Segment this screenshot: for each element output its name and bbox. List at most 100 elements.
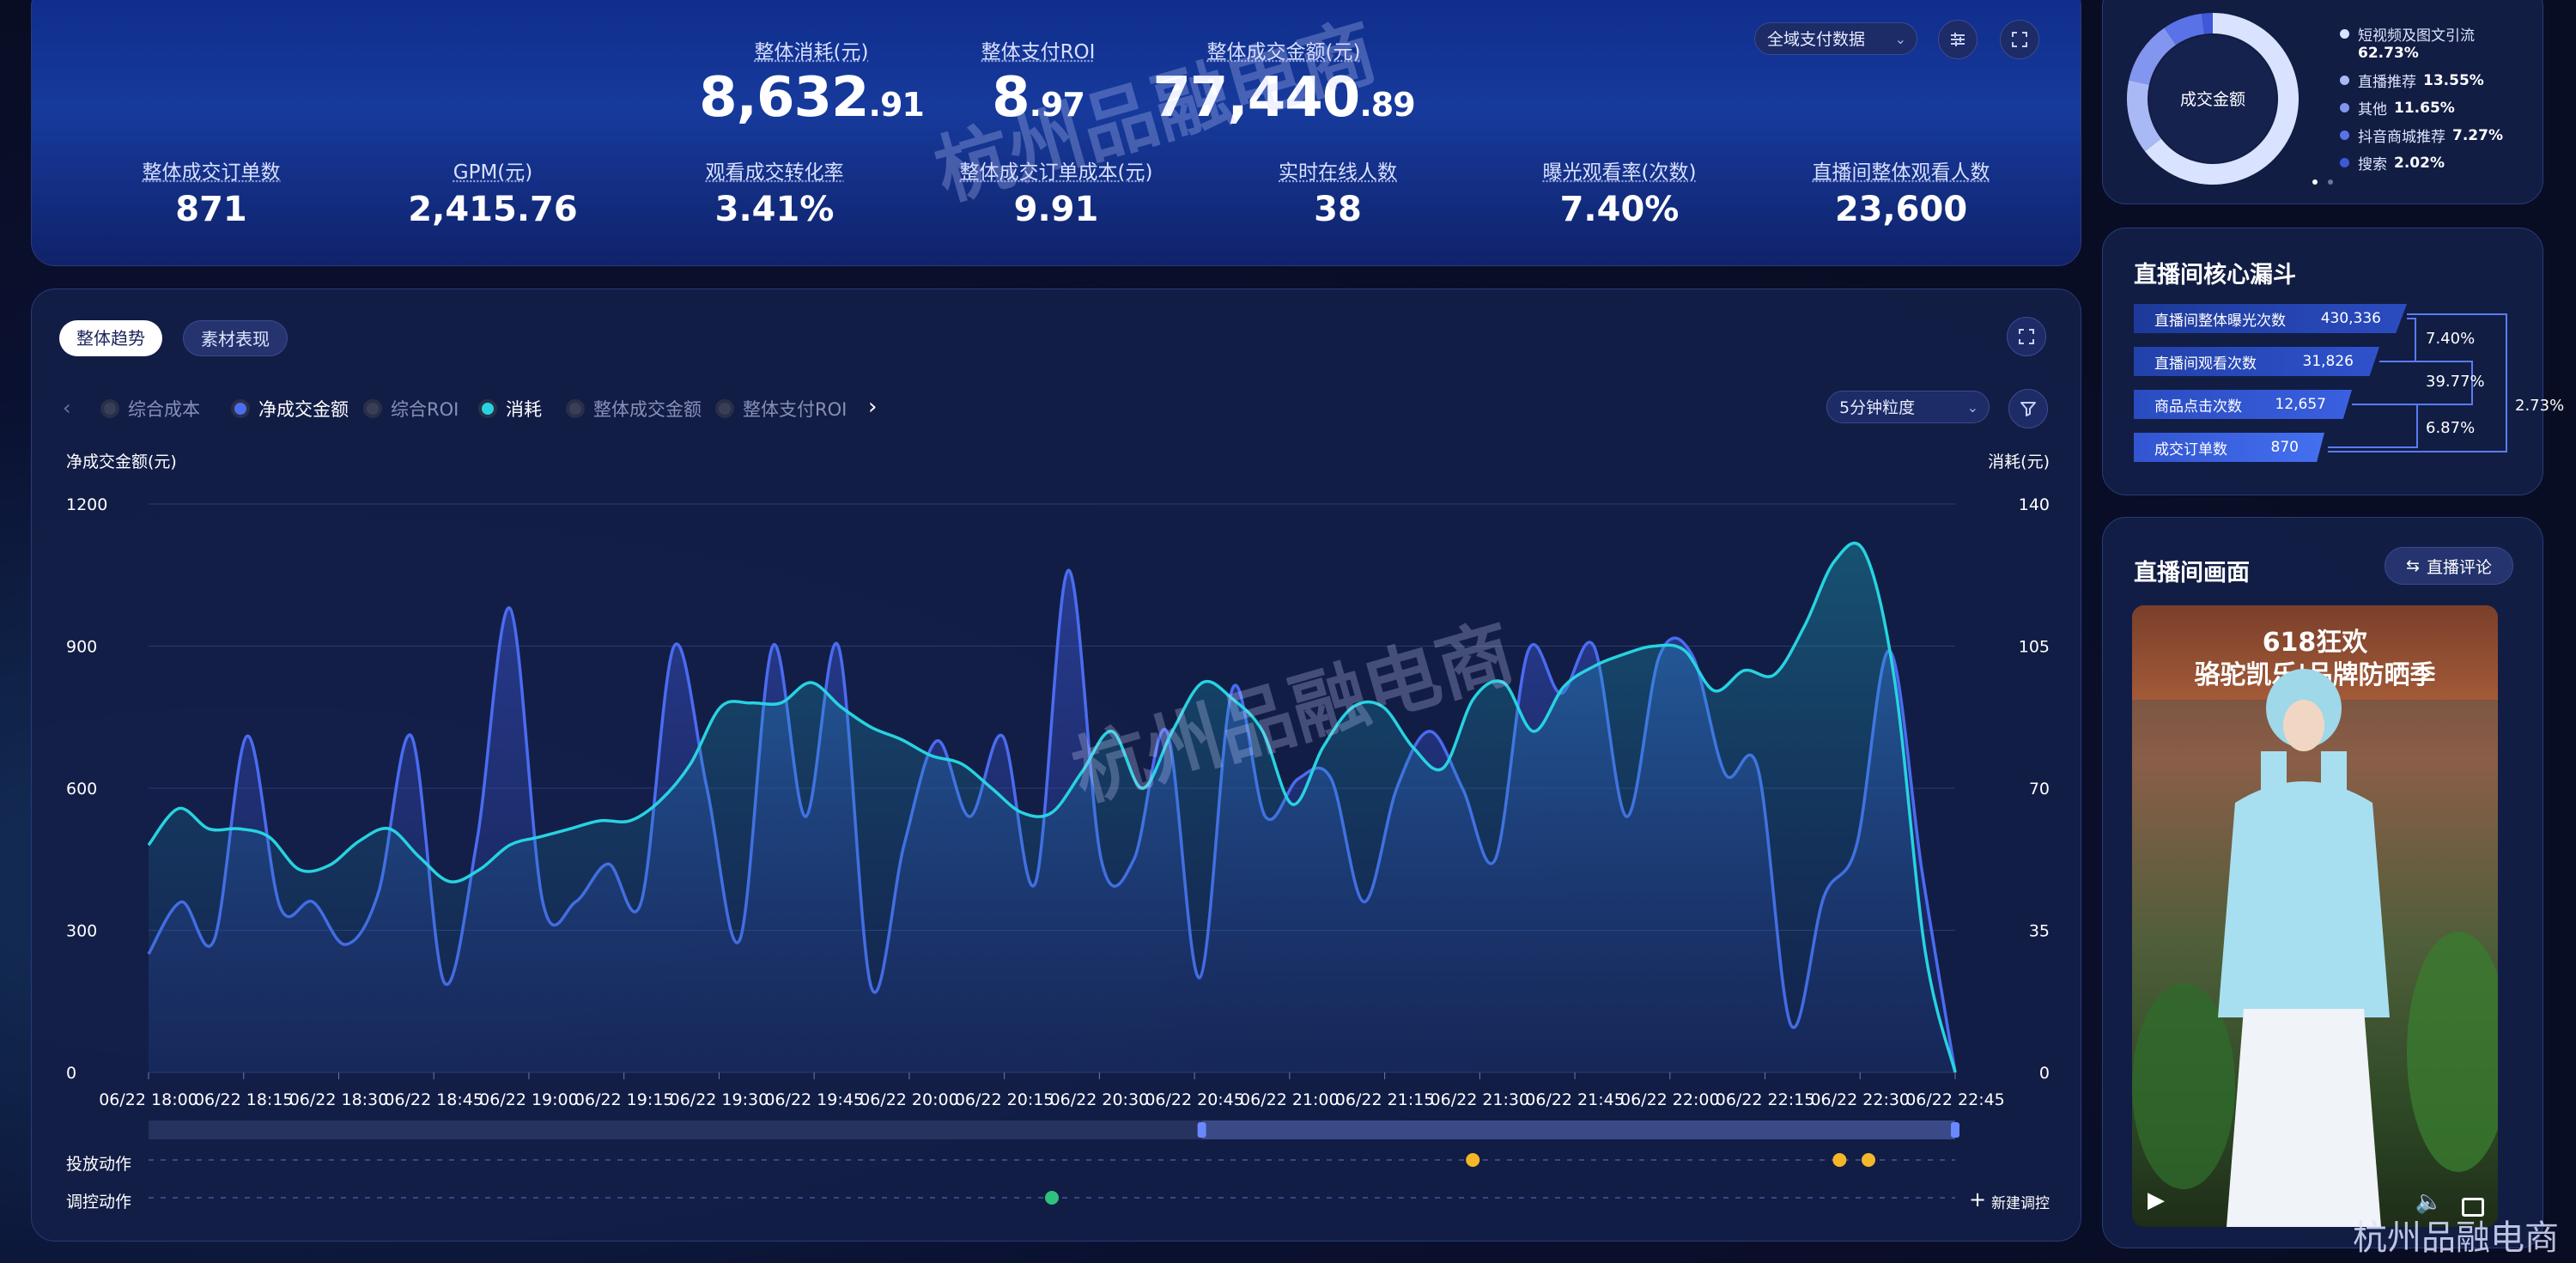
kpi-card: 整体消耗(元) 8,632.91 整体支付ROI 8.97 整体成交金额(元) … (31, 0, 2081, 266)
kpi-value: 8.97 (992, 66, 1085, 130)
pie-legend-item: 搜索 2.02% (2340, 152, 2445, 173)
pie-legend-label: 直播推荐 (2358, 74, 2416, 91)
kpi-label: GPM(元) (453, 161, 533, 184)
kpi-conversion-rate: 观看成交转化率 3.41% (706, 155, 844, 229)
kpi-value: 77,440.89 (1152, 66, 1415, 130)
button-label: 直播评论 (2426, 557, 2492, 577)
page-dot-active[interactable] (2312, 179, 2318, 185)
sliders-icon (1951, 33, 1965, 46)
rate-click-order: 6.87% (2426, 419, 2476, 437)
core-funnel-card: 直播间核心漏斗 直播间整体曝光次数 430,336 直播间观看次数 31,826… (2102, 228, 2564, 495)
pie-legend-item: 短视频及图文引流 62.73% (2340, 23, 2529, 62)
source-pie-card: 成交金额 短视频及图文引流 62.73% 直播推荐 13.55% 其他 11.65% 抖音商… (2102, 0, 2543, 204)
live-video-player[interactable]: 618狂欢 骆驼凯乐|品牌防晒季 ▶ 🔈 (2132, 605, 2498, 1227)
y2-tick-label: 140 (2019, 495, 2050, 514)
kpi-label: 实时在线人数 (1279, 161, 1397, 184)
pie-legend-item: 直播推荐 13.55% (2340, 70, 2484, 91)
play-icon[interactable]: ▶ (2148, 1187, 2165, 1213)
x-tick-label: 06/22 21:00 (1240, 1090, 1340, 1109)
pie-legend-item: 抖音商城推荐 7.27% (2340, 124, 2503, 146)
kpi-view-rate: 曝光观看率(次数) 7.40% (1543, 155, 1697, 229)
data-source-select[interactable]: 全域支付数据 ⌄ (1754, 22, 1917, 55)
x-tick-label: 06/22 19:30 (670, 1090, 769, 1109)
x-tick-label: 06/22 22:30 (1810, 1090, 1910, 1109)
range-slider-handle (1951, 1122, 1959, 1138)
kpi-value: 38 (1314, 190, 1362, 229)
settings-sliders-button[interactable] (1938, 20, 1978, 59)
new-control-button[interactable]: 新建调控 (1991, 1191, 2050, 1212)
kpi-label: 曝光观看率(次数) (1542, 161, 1697, 184)
x-tick-label: 06/22 19:15 (574, 1090, 674, 1109)
kpi-online-users: 实时在线人数 38 (1279, 155, 1397, 229)
page-dot[interactable] (2328, 179, 2333, 185)
trend-chart[interactable]: 120090060030001401057035006/22 18:0006/2… (32, 289, 2082, 1242)
kpi-orders: 整体成交订单数 871 (143, 155, 281, 229)
watermark-corner: 杭州品融电商 (2353, 1218, 2559, 1258)
kpi-total-spend: 整体消耗(元) 8,632.91 (699, 35, 925, 130)
kpi-value: 23,600 (1834, 190, 1968, 229)
x-tick-label: 06/22 18:30 (289, 1090, 389, 1109)
action-dot (1045, 1191, 1059, 1205)
kpi-total-roi: 整体支付ROI 8.97 (981, 35, 1096, 130)
y2-tick-label: 70 (2029, 780, 2050, 798)
range-slider-selection (1201, 1120, 1955, 1139)
fullscreen-button[interactable] (2000, 20, 2039, 59)
x-tick-label: 06/22 20:00 (860, 1090, 959, 1109)
y-tick-label: 0 (66, 1064, 76, 1083)
action-dot (1832, 1153, 1847, 1167)
connector-1 (2383, 318, 2416, 362)
kpi-label: 整体成交订单数 (142, 161, 281, 184)
legend-dot-icon (2340, 29, 2349, 39)
kpi-value: 7.40% (1559, 190, 1680, 229)
pie-legend-value: 13.55% (2423, 71, 2484, 89)
x-tick-label: 06/22 21:30 (1431, 1090, 1530, 1109)
y-tick-label: 1200 (66, 495, 107, 514)
kpi-total-gmv: 整体成交金额(元) 77,440.89 (1152, 35, 1415, 130)
legend-dot-icon (2340, 76, 2349, 85)
funnel-connectors (2328, 313, 2507, 452)
x-tick-label: 06/22 22:15 (1716, 1090, 1815, 1109)
pie-legend-value: 2.02% (2394, 154, 2445, 172)
range-slider-handle (1197, 1122, 1206, 1138)
kpi-value: 871 (175, 190, 247, 229)
live-comments-button[interactable]: ⇆ 直播评论 (2385, 547, 2513, 585)
x-tick-label: 06/22 20:30 (1050, 1090, 1150, 1109)
x-tick-label: 06/22 22:00 (1620, 1090, 1720, 1109)
pie-legend-label: 短视频及图文引流 (2358, 27, 2475, 45)
live-room-video-card: 直播间画面 ⇆ 直播评论 618狂欢 骆驼凯乐|品牌防晒季 ▶ 🔈 (2102, 517, 2543, 1248)
x-tick-label: 06/22 22:45 (1905, 1090, 2005, 1109)
x-tick-label: 06/22 21:15 (1335, 1090, 1435, 1109)
pie-legend-label: 搜索 (2358, 156, 2387, 173)
select-value: 全域支付数据 (1767, 30, 1866, 49)
kpi-label: 整体支付ROI (981, 41, 1096, 64)
rate-view-click: 39.77% (2426, 373, 2485, 391)
pie-legend-label: 抖音商城推荐 (2358, 129, 2445, 146)
kpi-label: 整体成交金额(元) (1206, 41, 1361, 64)
rate-exposure-order: 2.73% (2515, 397, 2565, 415)
y-tick-label: 600 (66, 780, 97, 798)
pie-center-label: 成交金额 (2180, 90, 2245, 109)
connector-3 (2328, 404, 2418, 448)
pie-legend-label: 其他 (2358, 101, 2387, 118)
x-tick-label: 06/22 18:00 (99, 1090, 198, 1109)
plus-icon[interactable]: + (1969, 1187, 1986, 1211)
host-figure (2132, 669, 2498, 1227)
y2-tick-label: 35 (2029, 922, 2050, 941)
kpi-label: 直播间整体观看人数 (1812, 161, 1990, 184)
kpi-value: 2,415.76 (408, 190, 578, 229)
kpi-order-cost: 整体成交订单成本(元) 9.91 (960, 155, 1153, 229)
kpi-gpm: GPM(元) 2,415.76 (408, 155, 577, 229)
x-tick-label: 06/22 20:45 (1145, 1090, 1244, 1109)
trend-chart-card: 整体趋势 素材表现 ‹ 综合成本 净成交金额 综合ROI 消耗 整体成交金额 整体支付RO… (31, 288, 2081, 1242)
x-tick-label: 06/22 19:45 (764, 1090, 864, 1109)
swap-icon: ⇆ (2406, 556, 2420, 575)
x-tick-label: 06/22 18:45 (384, 1090, 483, 1109)
legend-dot-icon (2340, 131, 2349, 140)
kpi-value: 3.41% (714, 190, 835, 229)
kpi-total-viewers: 直播间整体观看人数 23,600 (1813, 155, 1990, 229)
kpi-value: 9.91 (1013, 190, 1099, 229)
dispatch-action-label: 投放动作 (66, 1155, 132, 1174)
kpi-value: 8,632.91 (699, 66, 925, 130)
legend-dot-icon (2340, 103, 2349, 112)
chevron-down-icon: ⌄ (1894, 31, 1906, 47)
